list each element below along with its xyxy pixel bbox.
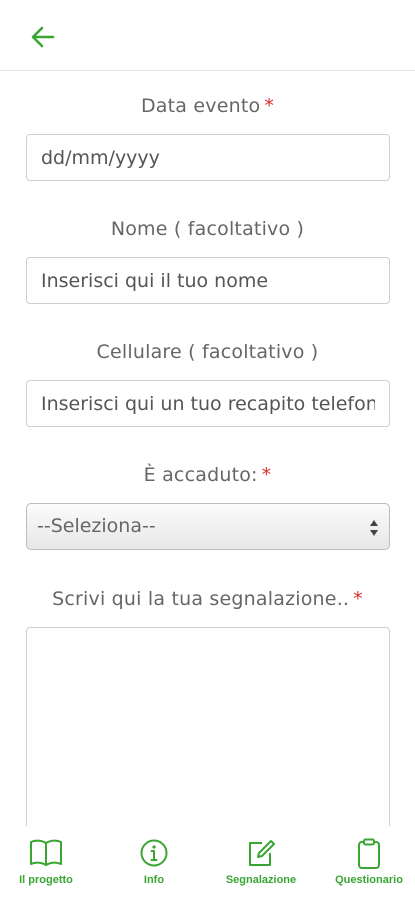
tab-segnalazione[interactable]: Segnalazione	[211, 826, 311, 900]
book-icon	[30, 839, 62, 866]
tab-bar: Il progetto Info Segnalazione Questionar…	[0, 826, 415, 900]
required-mark: *	[353, 588, 363, 610]
required-mark: *	[261, 464, 272, 486]
phone-label: Cellulare ( facoltativo )	[0, 341, 415, 363]
required-mark: *	[264, 95, 275, 117]
tab-label: Segnalazione	[225, 874, 297, 886]
event-label: È accaduto: *	[0, 464, 415, 486]
report-label: Scrivi qui la tua segnalazione.. *	[0, 588, 415, 610]
date-input[interactable]	[26, 134, 390, 181]
select-arrows-icon	[370, 520, 378, 536]
edit-icon	[249, 840, 275, 866]
event-label-text: È accaduto:	[143, 464, 258, 486]
header	[0, 0, 415, 71]
clipboard-icon	[358, 838, 380, 869]
name-input[interactable]	[26, 257, 390, 304]
tab-questionario[interactable]: Questionario	[319, 826, 415, 900]
report-label-text: Scrivi qui la tua segnalazione..	[52, 588, 350, 610]
date-label: Data evento *	[0, 95, 415, 117]
tab-label: Info	[143, 874, 165, 886]
date-label-text: Data evento	[140, 95, 261, 117]
arrow-left-icon[interactable]	[28, 22, 58, 52]
name-label-text: Nome ( facoltativo )	[110, 218, 305, 240]
tab-label: Il progetto	[19, 874, 73, 886]
info-icon	[140, 839, 168, 867]
name-label: Nome ( facoltativo )	[0, 218, 415, 240]
event-select[interactable]: --Seleziona--	[26, 503, 390, 550]
tab-info[interactable]: Info	[104, 826, 204, 900]
phone-input[interactable]	[26, 380, 390, 427]
event-select-value: --Seleziona--	[37, 515, 156, 537]
tab-il-progetto[interactable]: Il progetto	[0, 826, 96, 900]
phone-label-text: Cellulare ( facoltativo )	[96, 341, 319, 363]
tab-label: Questionario	[335, 874, 403, 886]
